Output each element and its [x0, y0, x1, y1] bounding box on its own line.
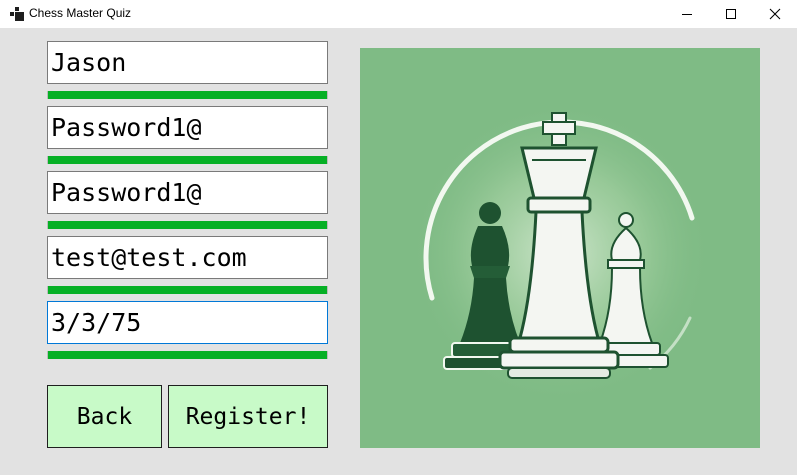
confirm-password-indicator — [47, 221, 328, 229]
date-of-birth-indicator — [47, 351, 328, 359]
date-of-birth-field[interactable] — [47, 301, 328, 344]
username-indicator-fill — [48, 91, 327, 99]
maximize-icon — [726, 9, 736, 19]
confirm-password-field[interactable] — [47, 171, 328, 214]
app-icon — [10, 7, 24, 21]
chess-logo-image — [360, 48, 760, 448]
date-of-birth-indicator-fill — [48, 351, 327, 359]
username-field[interactable] — [47, 41, 328, 84]
minimize-button[interactable] — [664, 0, 710, 28]
back-button[interactable]: Back — [47, 385, 162, 448]
minimize-icon — [682, 14, 692, 15]
close-button[interactable] — [752, 0, 797, 28]
register-button[interactable]: Register! — [168, 385, 328, 448]
password-indicator-fill — [48, 156, 327, 164]
window-title: Chess Master Quiz — [29, 6, 132, 20]
email-indicator-fill — [48, 286, 327, 294]
email-indicator — [47, 286, 328, 294]
password-indicator — [47, 156, 328, 164]
maximize-button[interactable] — [708, 0, 754, 28]
close-icon — [769, 8, 781, 20]
email-field[interactable] — [47, 236, 328, 279]
confirm-password-indicator-fill — [48, 221, 327, 229]
password-field[interactable] — [47, 106, 328, 149]
title-bar: Chess Master Quiz — [0, 0, 797, 28]
username-indicator — [47, 91, 328, 99]
